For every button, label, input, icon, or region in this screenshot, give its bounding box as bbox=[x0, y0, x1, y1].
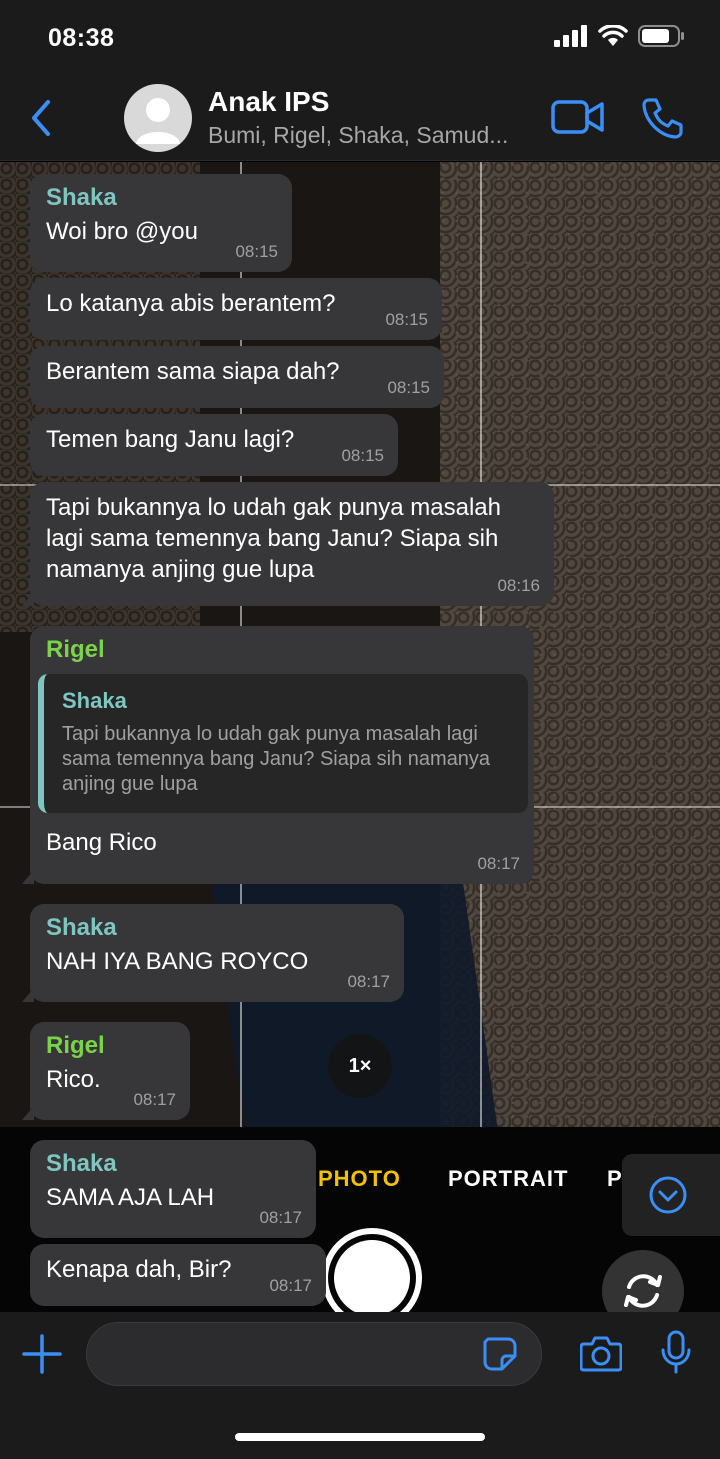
group-avatar[interactable] bbox=[124, 84, 192, 152]
message-time: 08:17 bbox=[347, 972, 390, 991]
bubble-tail bbox=[22, 988, 34, 1002]
voice-call-icon[interactable] bbox=[640, 96, 684, 140]
camera-mode-portrait: PORTRAIT bbox=[448, 1166, 569, 1191]
video-call-icon[interactable] bbox=[550, 98, 606, 136]
bubble-tail bbox=[22, 870, 34, 884]
message-time: 08:17 bbox=[269, 1276, 312, 1295]
message-bubble[interactable]: Berantem sama siapa dah? 08:15 bbox=[30, 346, 444, 408]
home-indicator[interactable] bbox=[235, 1433, 485, 1441]
message-text: Bang Rico bbox=[46, 829, 157, 856]
chat-members[interactable]: Bumi, Rigel, Shaka, Samud... bbox=[208, 122, 518, 149]
message-time: 08:17 bbox=[477, 854, 520, 873]
camera-mode-photo: PHOTO bbox=[318, 1166, 401, 1191]
wifi-icon bbox=[598, 25, 628, 46]
message-bubble[interactable]: Shaka Woi bro @you 08:15 bbox=[30, 174, 292, 272]
message-bubble[interactable]: Shaka SAMA AJA LAH 08:17 bbox=[30, 1140, 316, 1238]
quoted-sender: Shaka bbox=[62, 688, 127, 713]
camera-zoom-badge: 1× bbox=[328, 1034, 392, 1098]
message-time: 08:15 bbox=[385, 310, 428, 329]
chat-header: Anak IPS Bumi, Rigel, Shaka, Samud... bbox=[0, 78, 720, 161]
camera-mode-next: P bbox=[607, 1166, 623, 1191]
message-time: 08:17 bbox=[259, 1208, 302, 1227]
plus-icon[interactable] bbox=[22, 1334, 62, 1374]
camera-icon[interactable] bbox=[580, 1334, 622, 1372]
chevron-down-circle-icon bbox=[649, 1176, 687, 1214]
bubble-tail bbox=[22, 1106, 34, 1120]
message-input-bar bbox=[0, 1312, 720, 1459]
status-icons bbox=[554, 24, 686, 48]
status-bar: 08:38 bbox=[0, 0, 720, 78]
message-text: Berantem sama siapa dah? bbox=[46, 358, 340, 385]
message-sender: Shaka bbox=[46, 184, 117, 211]
message-input[interactable] bbox=[86, 1322, 542, 1386]
message-bubble[interactable]: Rigel Shaka Tapi bukannya lo udah gak pu… bbox=[22, 626, 534, 884]
message-bubble[interactable]: Temen bang Janu lagi? 08:15 bbox=[30, 414, 398, 476]
message-text: NAH IYA BANG ROYCO bbox=[46, 948, 309, 975]
message-time: 08:15 bbox=[235, 242, 278, 261]
microphone-icon[interactable] bbox=[660, 1330, 692, 1374]
message-text: Temen bang Janu lagi? bbox=[46, 426, 295, 453]
battery-icon bbox=[638, 25, 684, 47]
message-time: 08:15 bbox=[387, 378, 430, 397]
status-time: 08:38 bbox=[48, 24, 115, 52]
bubble-tail bbox=[22, 592, 34, 606]
default-avatar-icon bbox=[136, 98, 180, 144]
message-bubble[interactable]: Shaka NAH IYA BANG ROYCO 08:17 bbox=[22, 904, 404, 1002]
message-bubble[interactable]: Lo katanya abis berantem? 08:15 bbox=[30, 278, 442, 340]
chat-title[interactable]: Anak IPS bbox=[208, 86, 329, 118]
message-sender: Rigel bbox=[46, 1032, 105, 1059]
quoted-message[interactable]: Shaka Tapi bukannya lo udah gak punya ma… bbox=[38, 674, 528, 813]
message-text: Lo katanya abis berantem? bbox=[46, 290, 336, 317]
scroll-to-bottom-button[interactable] bbox=[622, 1154, 720, 1236]
message-time: 08:15 bbox=[341, 446, 384, 465]
cellular-signal-icon bbox=[554, 25, 587, 47]
message-text: Tapi bukannya lo udah gak punya masalah … bbox=[46, 494, 501, 583]
rotate-camera-icon bbox=[624, 1274, 662, 1308]
sticker-icon[interactable] bbox=[482, 1336, 518, 1372]
message-sender: Shaka bbox=[46, 914, 117, 941]
message-sender: Rigel bbox=[46, 636, 105, 663]
message-bubble[interactable]: Kenapa dah, Bir? 08:17 bbox=[30, 1244, 326, 1306]
back-icon[interactable] bbox=[26, 96, 56, 140]
quoted-text: Tapi bukannya lo udah gak punya masalah … bbox=[62, 723, 491, 795]
message-bubble[interactable]: Rigel Rico. 08:17 bbox=[22, 1022, 190, 1120]
message-time: 08:16 bbox=[497, 576, 540, 595]
message-time: 08:17 bbox=[133, 1090, 176, 1109]
message-sender: Shaka bbox=[46, 1150, 117, 1177]
message-bubble[interactable]: Tapi bukannya lo udah gak punya masalah … bbox=[22, 482, 554, 606]
